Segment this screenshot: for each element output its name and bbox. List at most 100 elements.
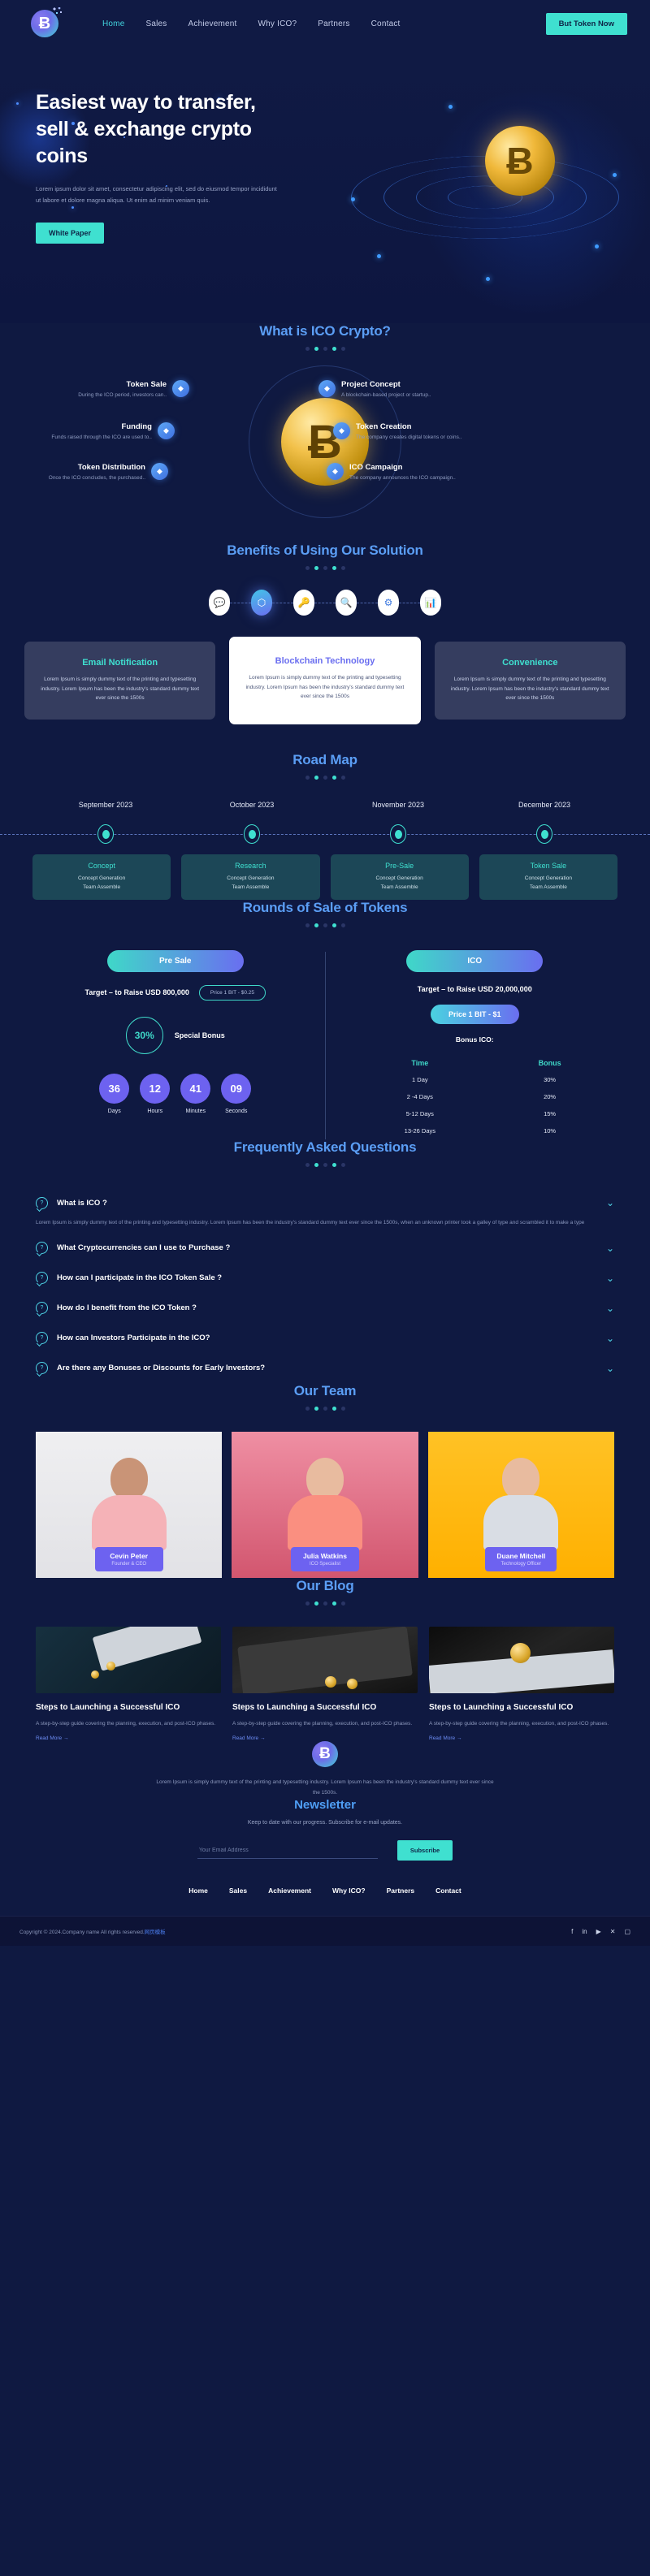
benefit-card[interactable]: Convenience Lorem Ipsum is simply dummy t… [434,641,626,720]
hero-section: Easiest way to transfer, sell & exchange… [0,47,650,323]
footer-nav-item-why-ico[interactable]: Why ICO? [332,1887,366,1895]
faq-item[interactable]: ? How do I benefit from the ICO Token ? ⌄ [36,1293,614,1323]
roadmap-card[interactable]: Concept Concept Generation Team Assemble [32,854,171,900]
nav-item-achievement[interactable]: Achievement [188,19,237,28]
read-more-link[interactable]: Read More → [232,1735,418,1741]
what-is-ico-title: What is ICO Crypto? [259,323,391,339]
footer-nav-item-contact[interactable]: Contact [436,1887,462,1895]
ico-tab[interactable]: ICO [406,949,544,972]
team-card[interactable]: Julia Watkins ICO Specialist [232,1432,418,1579]
roadmap-node[interactable] [179,820,325,848]
roadmap-card[interactable]: Token Sale Concept Generation Team Assembl… [479,854,618,900]
ico-item-heading: Token Sale [126,380,167,389]
faq-question: Are there any Bonuses or Discounts for E… [57,1364,266,1373]
roadmap-node-ring [98,824,114,844]
nav-item-why-ico[interactable]: Why ICO? [258,19,297,28]
presale-bonus-label: Special Bonus [174,1031,225,1039]
blog-card[interactable]: Steps to Launching a Successful ICO A ste… [232,1627,418,1741]
roadmap-node[interactable] [471,820,618,848]
subscribe-button[interactable]: Subscribe [396,1840,453,1861]
dot [305,566,310,570]
chat-notification-icon[interactable]: 💬 [209,590,230,616]
team-card[interactable]: Cevin Peter Founder & CEO [36,1432,223,1579]
section-dots [36,1407,614,1411]
team-name-badge: Julia Watkins ICO Specialist [290,1547,359,1572]
benefit-card[interactable]: Blockchain Technology Lorem Ipsum is simp… [229,637,421,724]
hero-paragraph: Lorem ipsum dolor sit amet, consectetur … [36,185,277,204]
chevron-down-icon[interactable]: ⌄ [606,1273,614,1284]
network-share-icon[interactable]: ⚙ [378,590,399,616]
white-paper-button[interactable]: White Paper [36,222,105,244]
section-dots [36,923,614,927]
nav-item-home[interactable]: Home [102,19,124,28]
chevron-down-icon[interactable]: ⌄ [606,1363,614,1374]
nav-item-partners[interactable]: Partners [318,19,349,28]
faq-question: What is ICO ? [57,1198,107,1208]
roadmap-card[interactable]: Pre-Sale Concept Generation Team Assemble [330,854,469,900]
faq-item[interactable]: ? Are there any Bonuses or Discounts for … [36,1353,614,1383]
faq-item[interactable]: ? How can Investors Participate in the IC… [36,1323,614,1353]
faq-question: What Cryptocurrencies can I use to Purch… [57,1243,231,1253]
nav-item-contact[interactable]: Contact [371,19,401,28]
facebook-icon[interactable]: f [571,1928,573,1935]
dot-active [314,347,318,351]
bar-chart-icon[interactable]: 📊 [420,590,441,616]
read-more-link[interactable]: Read More → [36,1735,221,1741]
roadmap-card-title: Token Sale [530,862,567,870]
team-member-role: ICO Specialist [309,1562,340,1567]
presale-tab[interactable]: Pre Sale [106,949,244,972]
benefit-card-text: Lorem Ipsum is simply dummy text of the … [450,676,609,702]
team-card[interactable]: Duane Mitchell Technology Officer [427,1432,614,1579]
team-grid: Cevin Peter Founder & CEO Julia Watkins ICO… [36,1432,614,1579]
blog-section: Our Blog Steps to Launching a Successful… [0,1578,650,1741]
faq-item[interactable]: ? What Cryptocurrencies can I use to Purc… [36,1233,614,1263]
blog-card[interactable]: Steps to Launching a Successful ICO A ste… [429,1627,614,1741]
footer-nav-item-partners[interactable]: Partners [387,1887,415,1895]
avatar-torso [91,1495,167,1551]
hero-title: Easiest way to transfer, sell & exchange… [36,89,304,170]
chevron-down-icon[interactable]: ⌄ [606,1333,614,1344]
blockchain-cube-icon[interactable]: ⬡ [251,590,272,616]
roadmap-card-sub: Concept Generation Team Assemble [336,874,464,893]
dot-active [314,566,318,570]
logo[interactable]: Ƀ [23,7,67,37]
instagram-icon[interactable]: ▢ [624,1928,630,1935]
x-twitter-icon[interactable]: ✕ [610,1928,616,1935]
ico-item-heading: ICO Campaign [349,463,403,472]
dot [323,566,327,570]
team-member-name: Duane Mitchell [496,1552,546,1561]
youtube-icon[interactable]: ▶ [596,1928,601,1935]
chevron-down-icon[interactable]: ⌄ [606,1303,614,1314]
ico-item-desc: The company creates digital tokens or co… [356,434,462,440]
linkedin-icon[interactable]: in [582,1928,587,1935]
team-member-name: Cevin Peter [110,1552,149,1561]
roadmap-months: September 2023 October 2023 November 2023 D… [32,801,618,809]
rounds-section: Rounds of Sale of Tokens Pre Sale Target… [0,900,650,1139]
footer-nav-item-sales[interactable]: Sales [229,1887,247,1895]
faq-item[interactable]: ? How can I participate in the ICO Token … [36,1263,614,1293]
read-more-link[interactable]: Read More → [429,1735,614,1741]
person-key-icon[interactable]: 🔑 [293,590,314,616]
benefit-card[interactable]: Email Notification Lorem Ipsum is simply … [24,641,216,720]
ico-item-desc: Funds raised through the ICO are used to… [51,434,152,440]
blog-card[interactable]: Steps to Launching a Successful ICO A ste… [36,1627,221,1741]
footer-logo-icon[interactable]: Ƀ [312,1741,338,1768]
buy-token-button[interactable]: But Token Now [545,12,627,35]
roadmap-node[interactable] [32,820,179,848]
footer-nav-item-achievement[interactable]: Achievement [268,1887,311,1895]
search-analytics-icon[interactable]: 🔍 [336,590,357,616]
chevron-down-icon[interactable]: ⌄ [606,1243,614,1254]
faq-item[interactable]: ? What is ICO ? ⌄ [36,1188,614,1218]
hero-copy: Easiest way to transfer, sell & exchange… [36,89,304,244]
blog-post-title: Steps to Launching a Successful ICO [429,1703,574,1713]
chevron-down-icon[interactable]: ⌄ [606,1197,614,1208]
roadmap-card-sub: Concept Generation Team Assemble [484,874,613,893]
roadmap-node[interactable] [325,820,471,848]
countdown-unit: 41 Minutes [180,1073,211,1114]
footer-nav-item-home[interactable]: Home [188,1887,208,1895]
newsletter-email-input[interactable] [197,1842,378,1859]
nav-item-sales[interactable]: Sales [145,19,167,28]
roadmap-card[interactable]: Research Concept Generation Team Assemble [181,854,320,900]
ico-price-badge[interactable]: Price 1 BIT - $1 [430,1004,519,1024]
copyright-link[interactable]: 网页模板 [145,1930,166,1935]
